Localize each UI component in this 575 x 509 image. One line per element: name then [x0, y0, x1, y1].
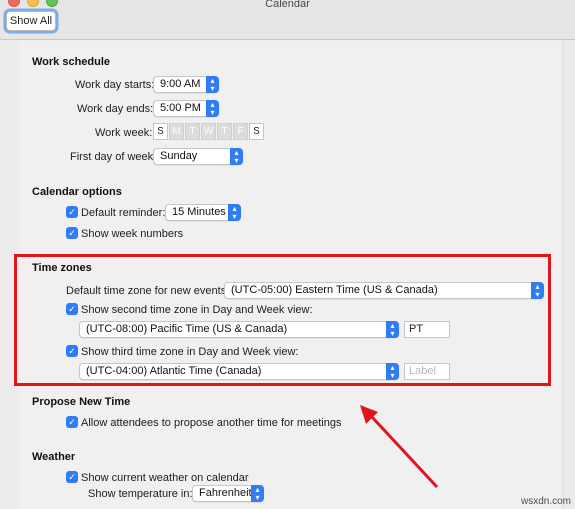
window-title: Calendar — [265, 0, 310, 10]
work-week-days: S M T W T F S — [153, 123, 265, 140]
stepper-arrows-icon: ▴ ▾ — [230, 148, 243, 165]
temperature-unit-select[interactable]: Fahrenheit ▴ ▾ — [192, 485, 264, 502]
stepper-arrows-icon: ▴ ▾ — [206, 100, 219, 117]
stepper-arrows-icon: ▴ ▾ — [251, 485, 264, 502]
calendar-options-heading: Calendar options — [32, 186, 122, 198]
allow-propose-label: Allow attendees to propose another time … — [81, 417, 342, 429]
first-day-of-week-label: First day of week: — [70, 151, 157, 163]
allow-propose-checkbox[interactable]: ✓ — [66, 416, 78, 428]
show-all-button[interactable]: Show All — [6, 11, 56, 31]
stepper-arrows-icon: ▴ ▾ — [228, 204, 241, 221]
annotation-highlight-box — [14, 254, 551, 386]
day-toggle-mon[interactable]: M — [169, 123, 184, 140]
day-toggle-sat[interactable]: S — [249, 123, 264, 140]
show-week-numbers-label: Show week numbers — [81, 228, 184, 240]
work-day-starts-select[interactable]: 9:00 AM ▴ ▾ — [153, 76, 219, 93]
work-day-ends-select[interactable]: 5:00 PM ▴ ▾ — [153, 100, 219, 117]
work-week-label: Work week: — [95, 127, 153, 139]
day-toggle-fri[interactable]: F — [233, 123, 248, 140]
day-toggle-thu[interactable]: T — [217, 123, 232, 140]
work-day-ends-label: Work day ends: — [77, 103, 154, 115]
work-day-starts-label: Work day starts: — [75, 79, 155, 91]
work-schedule-heading: Work schedule — [32, 56, 111, 68]
day-toggle-sun[interactable]: S — [153, 123, 168, 140]
watermark: wsxdn.com — [520, 496, 571, 507]
propose-new-time-heading: Propose New Time — [32, 396, 131, 408]
temperature-unit-label: Show temperature in: — [88, 488, 193, 500]
title-bar: Calendar Show All — [0, 0, 575, 40]
stepper-arrows-icon: ▴ ▾ — [206, 76, 219, 93]
day-toggle-wed[interactable]: W — [201, 123, 216, 140]
weather-heading: Weather — [32, 451, 76, 463]
first-day-of-week-value: Sunday — [160, 150, 198, 162]
default-reminder-checkbox[interactable]: ✓ — [66, 206, 78, 218]
day-toggle-tue[interactable]: T — [185, 123, 200, 140]
default-reminder-label: Default reminder: — [81, 207, 166, 219]
first-day-of-week-select[interactable]: Sunday ▴ ▾ — [153, 148, 243, 165]
show-week-numbers-checkbox[interactable]: ✓ — [66, 227, 78, 239]
temperature-unit-value: Fahrenheit — [199, 487, 252, 499]
show-weather-checkbox[interactable]: ✓ — [66, 471, 78, 483]
show-weather-label: Show current weather on calendar — [81, 472, 249, 484]
default-reminder-select[interactable]: 15 Minutes ▴ ▾ — [165, 204, 241, 221]
default-reminder-value: 15 Minutes — [172, 206, 226, 218]
work-day-starts-value: 9:00 AM — [160, 78, 201, 90]
work-day-ends-value: 5:00 PM — [160, 102, 201, 114]
scrollbar[interactable] — [563, 41, 575, 509]
